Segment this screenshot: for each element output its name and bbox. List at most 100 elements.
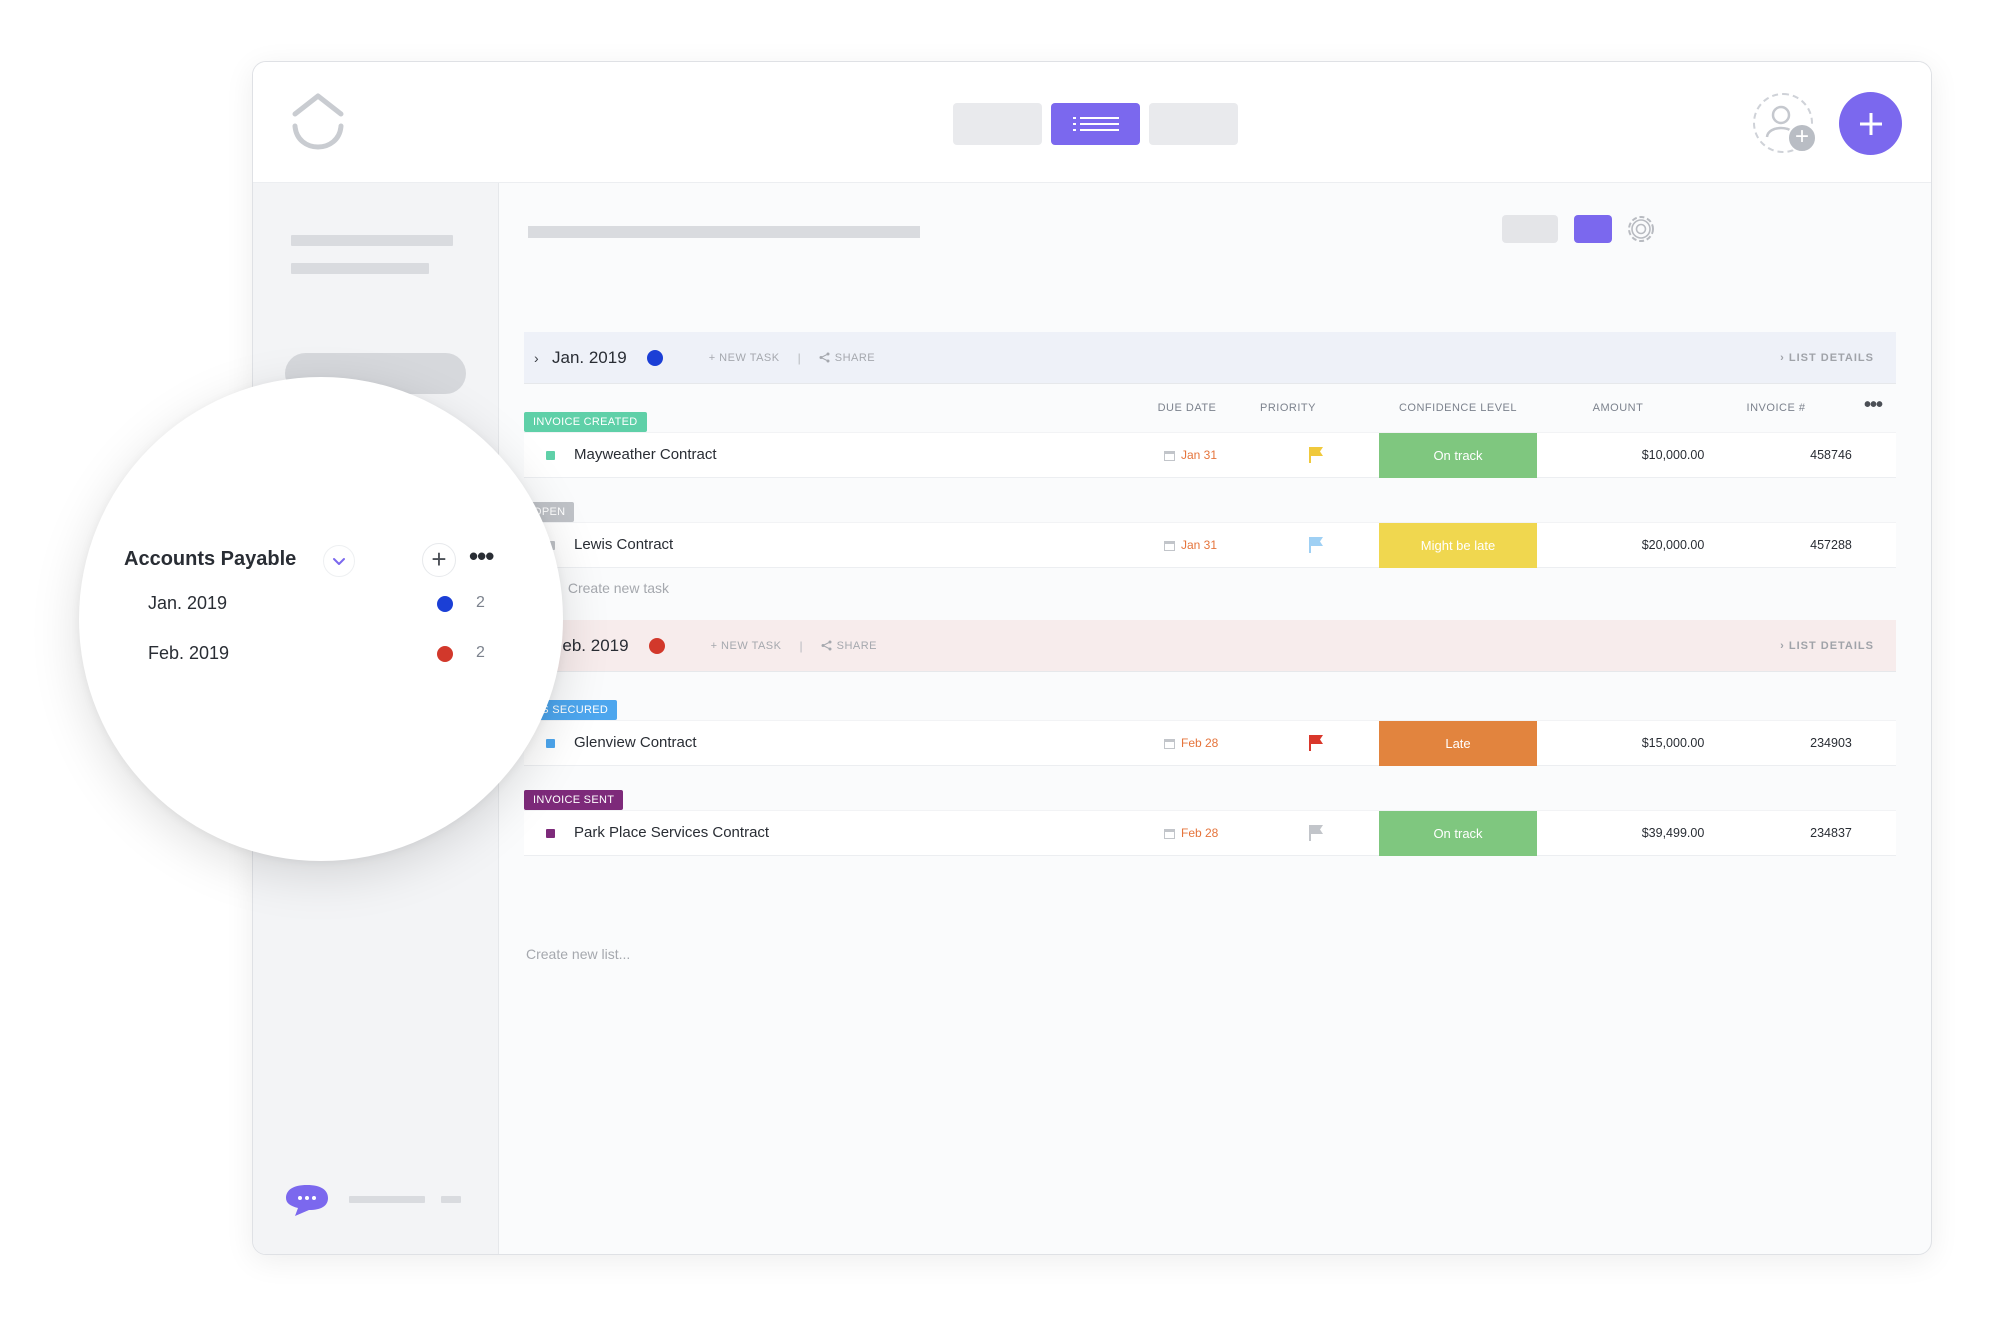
due-date[interactable]: Jan 31: [1164, 538, 1217, 552]
invoice-number[interactable]: 457288: [1776, 538, 1886, 552]
flag-yellow-icon[interactable]: [1308, 446, 1324, 464]
status-square-icon[interactable]: [546, 739, 555, 748]
list-details-label: LIST DETAILS: [1788, 639, 1874, 652]
list-color-dot: [437, 646, 453, 662]
amount[interactable]: $10,000.00: [1618, 448, 1728, 462]
column-confidence-level[interactable]: CONFIDENCE LEVEL: [1399, 402, 1517, 414]
create-new-task-button[interactable]: + Create new task: [548, 580, 669, 596]
invoice-number[interactable]: 234903: [1776, 736, 1886, 750]
task-row[interactable]: Mayweather Contract Jan 31 On track $10,…: [524, 432, 1896, 478]
share-label: SHARE: [836, 639, 878, 652]
box-view-button[interactable]: [1149, 103, 1238, 145]
share-button[interactable]: SHARE: [819, 352, 875, 364]
confidence-level[interactable]: On track: [1379, 811, 1537, 856]
due-date-label: Feb 28: [1181, 826, 1219, 840]
create-new-list-button[interactable]: Create new list...: [526, 946, 630, 962]
create-new-button[interactable]: [1839, 92, 1902, 155]
list-header-jan[interactable]: › Jan. 2019 + NEW TASK | SHARE › LIST DE…: [524, 332, 1896, 384]
calendar-icon: [1164, 738, 1175, 749]
task-count: 2: [476, 644, 485, 661]
board-view-button[interactable]: [953, 103, 1042, 145]
share-icon: [819, 352, 830, 363]
add-badge-icon: +: [1787, 123, 1817, 153]
due-date-label: Feb 28: [1181, 736, 1219, 750]
list-details-label: LIST DETAILS: [1788, 351, 1874, 364]
invite-user-button[interactable]: +: [1753, 93, 1817, 153]
calendar-icon: [1164, 450, 1175, 461]
flag-red-icon[interactable]: [1308, 734, 1324, 752]
more-options-icon[interactable]: •••: [1864, 394, 1883, 417]
list-title: Jan. 2019: [552, 347, 627, 367]
status-square-icon[interactable]: [546, 829, 555, 838]
invoice-number[interactable]: 458746: [1776, 448, 1886, 462]
task-row[interactable]: Lewis Contract Jan 31 Might be late $20,…: [524, 522, 1896, 568]
status-badge-invoice-created: INVOICE CREATED: [524, 412, 647, 432]
sidebar-placeholder-line: [441, 1196, 461, 1203]
share-label: SHARE: [834, 351, 876, 364]
list-color-dot: [437, 596, 453, 612]
me-mode-button[interactable]: [1574, 215, 1612, 243]
list-color-dot: [646, 349, 663, 366]
list-details-button[interactable]: › LIST DETAILS: [1780, 352, 1874, 364]
task-name[interactable]: Glenview Contract: [574, 734, 697, 751]
due-date[interactable]: Feb 28: [1164, 736, 1218, 750]
task-count: 2: [476, 594, 485, 611]
list-icon: [1072, 117, 1119, 131]
confidence-level[interactable]: Might be late: [1379, 523, 1537, 568]
amount[interactable]: $39,499.00: [1618, 826, 1728, 840]
sidebar-placeholder-line: [291, 263, 429, 274]
confidence-level[interactable]: Late: [1379, 721, 1537, 766]
gear-icon[interactable]: [1624, 212, 1658, 246]
amount[interactable]: $20,000.00: [1618, 538, 1728, 552]
sidebar-item-feb[interactable]: Feb. 2019: [148, 643, 229, 664]
list-header-feb[interactable]: › Feb. 2019 + NEW TASK | SHARE › LIST DE…: [524, 620, 1896, 672]
task-name[interactable]: Mayweather Contract: [574, 446, 717, 463]
due-date[interactable]: Jan 31: [1164, 448, 1217, 462]
new-task-button[interactable]: + NEW TASK: [711, 640, 782, 652]
chat-icon[interactable]: [285, 1183, 329, 1217]
flag-lightblue-icon[interactable]: [1308, 536, 1324, 554]
top-bar: +: [253, 62, 1931, 183]
share-icon: [821, 640, 832, 651]
plus-icon: [1859, 112, 1882, 135]
chevron-right-icon[interactable]: ›: [534, 350, 548, 366]
folder-title[interactable]: Accounts Payable: [124, 548, 296, 571]
share-button[interactable]: SHARE: [821, 640, 877, 652]
due-date-label: Jan 31: [1181, 448, 1218, 462]
task-row[interactable]: Park Place Services Contract Feb 28 On t…: [524, 810, 1896, 856]
main-content: › Jan. 2019 + NEW TASK | SHARE › LIST DE…: [500, 183, 1931, 1254]
app-logo-icon[interactable]: [289, 92, 347, 154]
list-view-button[interactable]: [1051, 103, 1140, 145]
task-row[interactable]: Glenview Contract Feb 28 Late $15,000.00…: [524, 720, 1896, 766]
column-invoice[interactable]: INVOICE #: [1747, 402, 1806, 414]
list-title: Feb. 2019: [552, 635, 629, 655]
calendar-icon: [1164, 828, 1175, 839]
flag-grey-icon[interactable]: [1308, 824, 1324, 842]
column-amount[interactable]: AMOUNT: [1593, 402, 1644, 414]
calendar-icon: [1164, 540, 1175, 551]
add-list-button[interactable]: +: [422, 543, 456, 577]
due-date[interactable]: Feb 28: [1164, 826, 1218, 840]
invoice-number[interactable]: 234837: [1776, 826, 1886, 840]
status-badge-invoice-sent: INVOICE SENT: [524, 790, 624, 810]
task-name[interactable]: Lewis Contract: [574, 536, 673, 553]
sidebar-item-jan[interactable]: Jan. 2019: [148, 593, 227, 614]
page-title-placeholder: [528, 226, 920, 238]
list-details-button[interactable]: › LIST DETAILS: [1780, 640, 1874, 652]
chevron-down-icon[interactable]: [323, 545, 355, 577]
column-due-date[interactable]: DUE DATE: [1158, 402, 1217, 414]
new-task-button[interactable]: + NEW TASK: [709, 352, 780, 364]
more-options-icon[interactable]: •••: [469, 541, 494, 572]
filter-button[interactable]: [1502, 215, 1558, 243]
amount[interactable]: $15,000.00: [1618, 736, 1728, 750]
separator: |: [799, 638, 803, 653]
confidence-level[interactable]: On track: [1379, 433, 1537, 478]
status-square-icon[interactable]: [546, 451, 555, 460]
sidebar-zoom-callout: Accounts Payable + ••• Jan. 2019 2 Feb. …: [79, 377, 563, 861]
sidebar-placeholder-line: [349, 1196, 425, 1203]
list-color-dot: [648, 637, 665, 654]
view-switcher: [953, 103, 1238, 145]
task-name[interactable]: Park Place Services Contract: [574, 824, 769, 841]
column-priority[interactable]: PRIORITY: [1260, 402, 1316, 414]
sidebar-placeholder-line: [291, 235, 453, 246]
